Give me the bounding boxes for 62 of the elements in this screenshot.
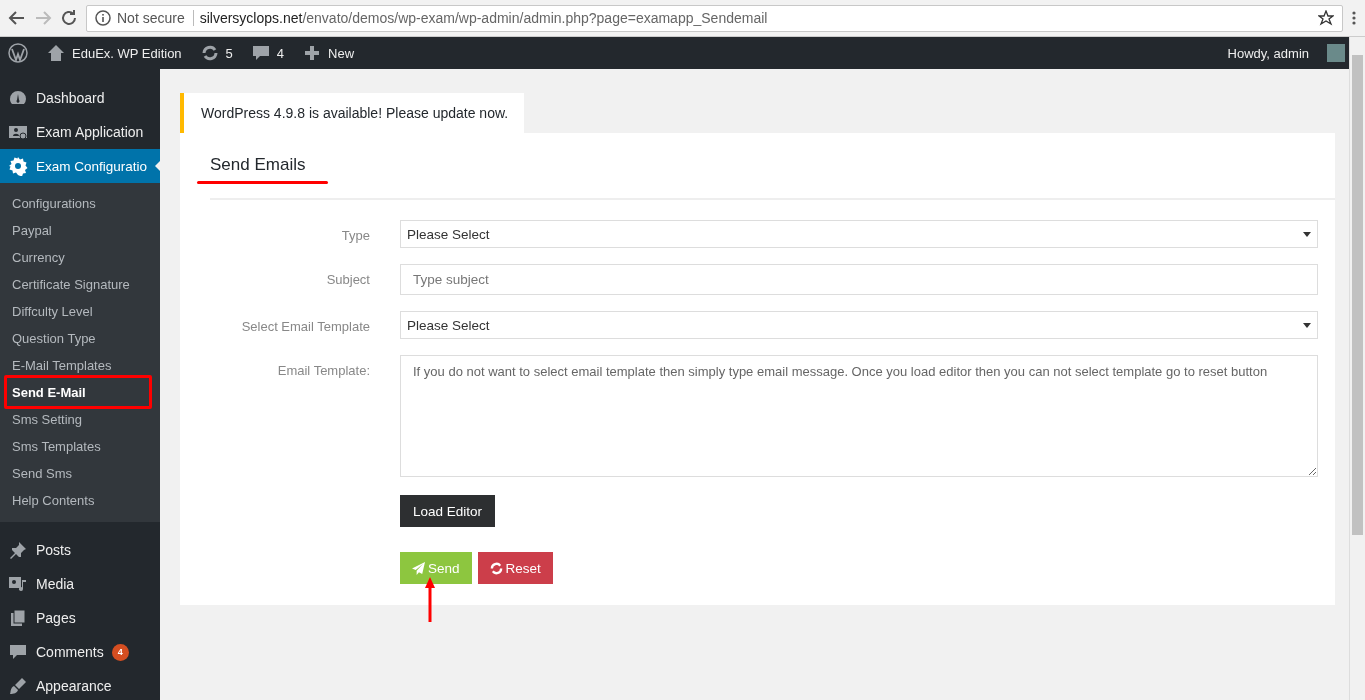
select-dropdown[interactable]: Please Select	[400, 220, 1318, 248]
star-icon[interactable]	[1318, 10, 1334, 26]
paintbrush-icon	[8, 676, 28, 696]
submenu-item[interactable]: Send Sms	[0, 460, 160, 487]
submenu-item[interactable]: E-Mail Templates	[0, 352, 160, 379]
sidebar-item[interactable]: Exam Application	[0, 115, 160, 149]
submenu-item[interactable]: Certificate Signature	[0, 271, 160, 298]
form-title: Send Emails	[210, 155, 306, 175]
comments-link[interactable]: 4	[250, 43, 285, 63]
reset-button[interactable]: Reset	[477, 552, 553, 584]
speech-bubble-icon	[250, 43, 271, 63]
sidebar-item[interactable]: Exam Configuratio	[0, 149, 160, 183]
submenu-item[interactable]: Help Contents	[0, 487, 160, 514]
paper-plane-icon	[412, 561, 425, 575]
user-greeting[interactable]: Howdy, admin	[1227, 45, 1309, 61]
select-dropdown[interactable]: Please Select	[400, 311, 1318, 339]
sidebar-item[interactable]: Appearance	[0, 669, 160, 700]
annotation-arrow	[425, 577, 435, 622]
media-icon	[8, 574, 28, 594]
home-icon	[46, 43, 66, 63]
info-icon	[95, 10, 111, 26]
sidebar-item[interactable]: Media	[0, 567, 160, 601]
refresh-icon	[489, 561, 503, 575]
sidebar-item[interactable]: Dashboard	[0, 81, 160, 115]
message-text-area[interactable]: If you do not want to select email template then simply type email message. Once you load editor then you can not select template go to reset button	[400, 355, 1318, 477]
submenu-item[interactable]: Paypal	[0, 217, 160, 244]
pages-icon	[8, 608, 28, 628]
menu-dots-icon[interactable]	[1351, 9, 1357, 27]
submenu-item[interactable]: Configurations	[0, 190, 160, 217]
security-label: Not secure	[117, 10, 194, 26]
submenu-item[interactable]: Sms Setting	[0, 406, 160, 433]
field-label: Subject	[325, 271, 370, 289]
submenu-item[interactable]: Send E-Mail	[0, 379, 160, 406]
back-arrow-icon[interactable]	[8, 9, 26, 27]
sidebar-item[interactable]: Comments 4	[0, 635, 160, 669]
reload-icon[interactable]	[60, 9, 78, 27]
speech-bubble-icon	[8, 642, 28, 662]
address-bar[interactable]: Not secure silversyclops.net/envato/demos/wp-exam/wp-admin/admin.php?page=examapp_Sendemail	[86, 4, 1343, 32]
field-label: Select Email Template	[240, 318, 370, 336]
scrollbar[interactable]	[1349, 37, 1365, 700]
submenu-item[interactable]: Question Type	[0, 325, 160, 352]
subject-input-field[interactable]: Type subject	[400, 264, 1318, 295]
avatar-placeholder	[1327, 44, 1345, 62]
update-notice: WordPress 4.9.8 is available! Please update now.	[180, 93, 525, 133]
caret-icon	[1303, 230, 1311, 238]
pushpin-icon	[8, 540, 28, 560]
count-badge: 4	[111, 643, 129, 661]
sidebar-item[interactable]: Pages	[0, 601, 160, 635]
submenu-item[interactable]: Currency	[0, 244, 160, 271]
gear-icon	[8, 156, 28, 176]
caret-icon	[1303, 321, 1311, 329]
updates-link[interactable]: 5	[199, 43, 233, 63]
sidebar-item[interactable]: Posts	[0, 533, 160, 567]
url-text: silversyclops.net/envato/demos/wp-exam/wp-admin/admin.php?page=examapp_Sendemail	[199, 10, 768, 26]
load-editor-button[interactable]: Load Editor	[400, 495, 496, 527]
field-label: Type	[340, 227, 370, 245]
submenu-item[interactable]: Sms Templates	[0, 433, 160, 460]
new-link[interactable]: New	[302, 43, 355, 63]
submenu-item[interactable]: Diffculty Level	[0, 298, 160, 325]
field-label: Email Template:	[276, 362, 370, 380]
site-link[interactable]: EduEx. WP Edition	[46, 43, 182, 63]
wordpress-logo-icon[interactable]	[8, 43, 28, 63]
